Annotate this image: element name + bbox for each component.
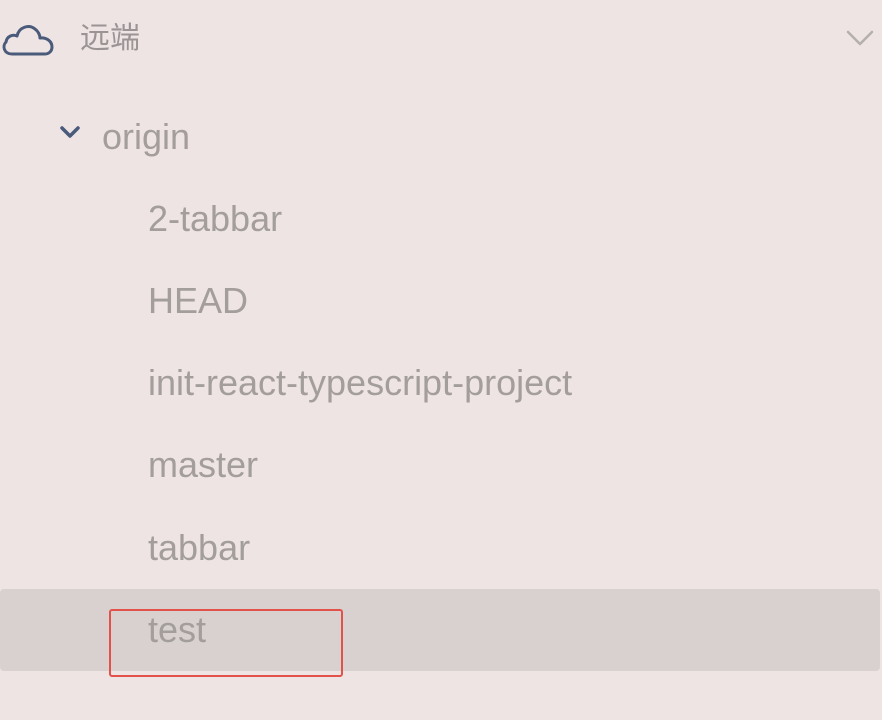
branch-item[interactable]: HEAD <box>0 260 882 342</box>
branch-label: master <box>148 444 259 485</box>
branch-label: init-react-typescript-project <box>148 362 573 403</box>
branch-item[interactable]: master <box>0 424 882 506</box>
branch-item[interactable]: init-react-typescript-project <box>0 342 882 424</box>
branch-label: tabbar <box>148 527 251 568</box>
chevron-down-icon[interactable] <box>840 22 880 56</box>
remote-origin[interactable]: origin <box>0 112 882 162</box>
remote-name: origin <box>102 116 191 157</box>
branch-item[interactable]: tabbar <box>0 507 882 589</box>
chevron-down-icon[interactable] <box>58 122 82 142</box>
branch-item[interactable]: 2-tabbar <box>0 178 882 260</box>
section-title: 远端 <box>80 22 140 55</box>
branch-label: HEAD <box>148 280 249 321</box>
cloud-icon <box>0 18 58 60</box>
remotes-panel: 远端 origin 2-tabbar HEAD init-react-types… <box>0 0 882 720</box>
remotes-section-header[interactable]: 远端 <box>0 0 882 80</box>
annotation-highlight-box <box>109 609 343 677</box>
branch-label: 2-tabbar <box>148 198 283 239</box>
